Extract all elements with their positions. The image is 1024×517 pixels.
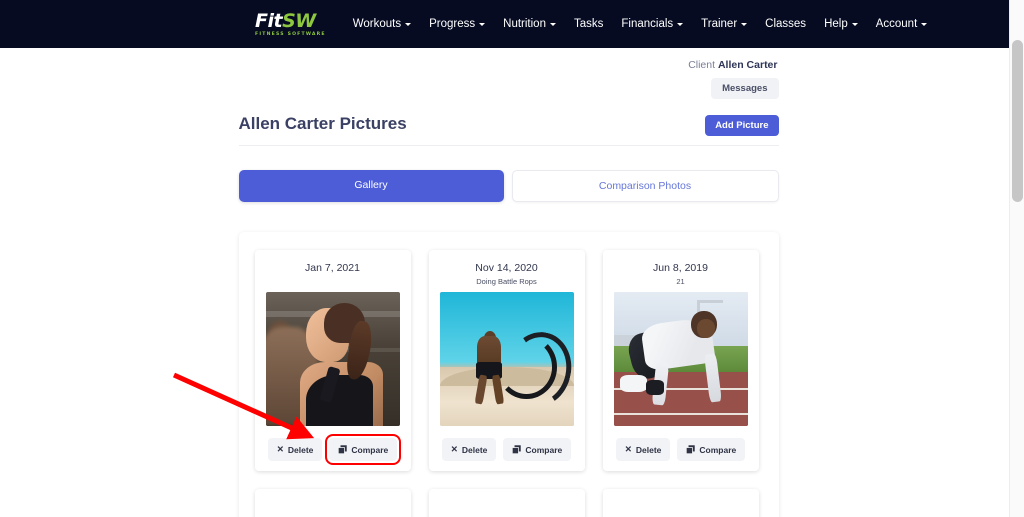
nav-label: Classes <box>765 18 807 30</box>
logo-text-fit: Fit <box>255 9 283 32</box>
nav-item-workouts[interactable]: Workouts <box>344 12 420 36</box>
compare-label: Compare <box>351 444 389 455</box>
chevron-down-icon <box>549 23 556 26</box>
delete-label: Delete <box>461 444 488 455</box>
copy-icon <box>338 445 348 454</box>
nav-label: Nutrition <box>503 18 546 30</box>
picture-card <box>428 489 585 517</box>
chevron-down-icon <box>677 23 684 26</box>
client-breadcrumb: Client Allen Carter <box>239 54 779 71</box>
picture-card: Jan 7, 2021 ✕ Delete Compare <box>254 250 411 471</box>
picture-date: Nov 14, 2020 <box>475 262 538 274</box>
copy-icon <box>686 445 696 454</box>
compare-button[interactable]: Compare <box>677 438 746 461</box>
copy-icon <box>512 445 522 454</box>
nav-label: Trainer <box>701 18 738 30</box>
nav-menu: Workouts Progress Nutrition Tasks Financ… <box>344 12 937 36</box>
fitsw-logo[interactable]: FitSW FITNESS SOFTWARE <box>255 9 326 37</box>
picture-card-actions: ✕ Delete Compare <box>441 438 572 461</box>
chevron-down-icon <box>405 23 412 26</box>
picture-date: Jan 7, 2021 <box>305 262 360 274</box>
logo-wordmark: FitSW <box>255 9 326 32</box>
delete-label: Delete <box>635 444 662 455</box>
logo-text-sw: SW <box>282 9 316 32</box>
picture-card <box>602 489 759 517</box>
picture-card <box>254 489 411 517</box>
close-icon: ✕ <box>450 444 458 454</box>
nav-item-classes[interactable]: Classes <box>756 12 815 36</box>
nav-label: Help <box>824 18 848 30</box>
picture-thumbnail-woman-profile-gym[interactable] <box>265 292 400 426</box>
picture-thumbnail-sprinter-starting-blocks[interactable] <box>613 292 748 426</box>
compare-button[interactable]: Compare <box>325 434 402 465</box>
delete-button[interactable]: ✕ Delete <box>615 438 671 461</box>
picture-card-actions: ✕ Delete Compare <box>615 438 746 461</box>
header-actions-row-1: Messages <box>239 78 779 99</box>
tab-comparison-photos[interactable]: Comparison Photos <box>511 170 779 202</box>
nav-item-account[interactable]: Account <box>867 12 937 36</box>
nav-item-nutrition[interactable]: Nutrition <box>494 12 565 36</box>
photo-art <box>265 292 400 426</box>
nav-item-trainer[interactable]: Trainer <box>692 12 756 36</box>
gallery-panel: Jan 7, 2021 ✕ Delete Compare Nov 14, 202… <box>238 232 779 517</box>
chevron-down-icon <box>741 23 748 26</box>
top-navbar: FitSW FITNESS SOFTWARE Workouts Progress… <box>0 0 1017 48</box>
photo-art <box>613 292 748 426</box>
tab-gallery[interactable]: Gallery <box>238 170 504 202</box>
compare-button[interactable]: Compare <box>503 438 572 461</box>
nav-label: Progress <box>429 18 476 30</box>
delete-button[interactable]: ✕ Delete <box>267 438 323 461</box>
close-icon: ✕ <box>624 444 632 454</box>
picture-card: Nov 14, 2020 Doing Battle Rops ✕ Delete <box>428 250 585 471</box>
picture-caption: Doing Battle Rops <box>476 277 537 286</box>
picture-caption: 21 <box>676 277 685 286</box>
page-body: Client Allen Carter Messages Add Picture… <box>0 48 1017 517</box>
close-icon: ✕ <box>276 444 284 454</box>
add-picture-button[interactable]: Add Picture <box>705 115 779 136</box>
nav-item-tasks[interactable]: Tasks <box>565 12 612 36</box>
nav-label: Account <box>875 18 918 30</box>
delete-button[interactable]: ✕ Delete <box>441 438 497 461</box>
nav-item-progress[interactable]: Progress <box>420 12 494 36</box>
nav-item-financials[interactable]: Financials <box>612 12 692 36</box>
compare-label: Compare <box>525 444 563 455</box>
scrollbar-thumb[interactable] <box>1012 40 1023 202</box>
photo-art <box>439 292 574 426</box>
nav-item-help[interactable]: Help <box>815 12 867 36</box>
compare-label: Compare <box>699 444 737 455</box>
content-container: Client Allen Carter Messages Add Picture… <box>238 48 779 517</box>
chevron-down-icon <box>921 23 928 26</box>
picture-thumbnail-man-battle-ropes-beach[interactable] <box>439 292 574 426</box>
nav-label: Tasks <box>573 18 604 30</box>
picture-card-actions: ✕ Delete Compare <box>267 434 402 465</box>
client-name: Allen Carter <box>717 59 778 71</box>
page-title: Allen Carter Pictures <box>238 114 779 146</box>
gallery-tabs: Gallery Comparison Photos <box>238 170 779 202</box>
page-scrollbar[interactable] <box>1009 0 1024 517</box>
client-label: Client <box>688 59 716 71</box>
picture-card: Jun 8, 2019 21 ✕ Delete Compare <box>602 250 759 471</box>
nav-label: Financials <box>621 18 674 30</box>
delete-label: Delete <box>287 444 314 455</box>
logo-subtitle: FITNESS SOFTWARE <box>255 31 326 37</box>
picture-date: Jun 8, 2019 <box>653 262 708 274</box>
messages-button[interactable]: Messages <box>711 78 779 99</box>
chevron-down-icon <box>851 23 858 26</box>
chevron-down-icon <box>479 23 486 26</box>
nav-label: Workouts <box>352 18 402 30</box>
